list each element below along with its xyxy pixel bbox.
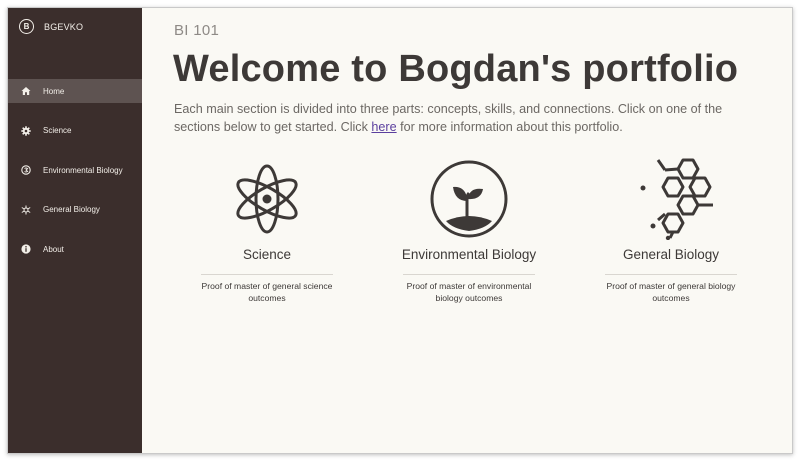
card-divider [201,274,333,275]
intro-text-part: for more information about this portfoli… [396,120,623,134]
sidebar-item-label: Environmental Biology [43,165,123,175]
sidebar-item-science[interactable]: Science [8,119,142,143]
sidebar-item-label: Science [43,126,72,136]
sprout-icon [399,158,539,240]
sidebar-nav: Home Science Environmental Biology Gener… [8,79,142,277]
brand[interactable]: B BGEVKO [19,19,83,34]
page-title: Welcome to Bogdan's portfolio [173,48,739,90]
card-divider [605,274,737,275]
card-general-biology[interactable]: General Biology Proof of master of gener… [601,158,741,304]
molecule-icon [21,205,31,215]
sidebar-item-label: General Biology [43,205,100,215]
intro-text: Each main section is divided into three … [174,100,759,136]
sidebar-item-about[interactable]: About [8,237,142,261]
card-science[interactable]: Science Proof of master of general scien… [197,158,337,304]
brand-name: BGEVKO [44,21,84,32]
sidebar-item-label: Home [43,86,65,96]
card-title: General Biology [622,247,720,262]
card-description: Proof of master of general science outco… [201,281,333,303]
home-icon [21,86,31,96]
sidebar-item-home[interactable]: Home [8,79,142,103]
more-info-link[interactable]: here [371,120,396,134]
card-environmental-biology[interactable]: Environmental Biology Proof of master of… [399,158,539,304]
sidebar-item-environmental-biology[interactable]: Environmental Biology [8,158,142,182]
card-title: Environmental Biology [401,247,537,262]
card-description: Proof of master of general biology outco… [606,281,736,303]
sidebar-item-general-biology[interactable]: General Biology [8,198,142,222]
card-description: Proof of master of environmental biology… [406,281,532,303]
sidebar: B BGEVKO Home Science Environmental Biol… [8,8,142,453]
card-title: Science [242,247,292,262]
info-icon [21,244,31,254]
leaf-icon [21,165,31,175]
card-divider [403,274,535,275]
browser-frame: B BGEVKO Home Science Environmental Biol… [7,7,793,454]
course-code: BI 101 [174,22,220,39]
brand-logo-icon: B [19,19,34,34]
atom-icon [197,158,337,240]
hexagon-molecule-icon [601,158,741,240]
sidebar-item-label: About [43,244,64,254]
gear-icon [21,125,31,136]
main-content: BI 101 Welcome to Bogdan's portfolio Eac… [142,8,792,453]
